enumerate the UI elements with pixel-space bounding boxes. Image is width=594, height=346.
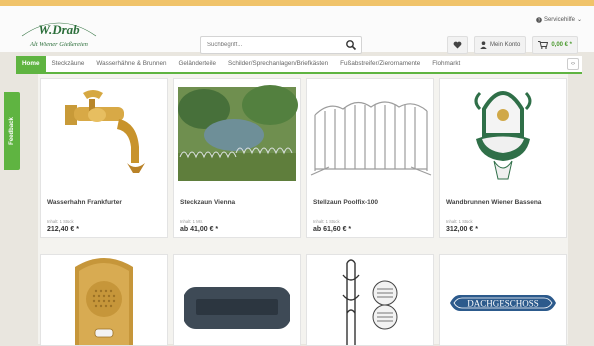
product-card[interactable]: Wasserhahn Frankfurter Inhalt: 1 Stück 2…	[40, 78, 168, 238]
nav-item-steckzaeune[interactable]: Steckzäune	[46, 56, 91, 72]
product-title[interactable]: Stellzaun Poolfix-100	[313, 199, 378, 206]
product-card[interactable]: DACHGESCHOSS	[439, 254, 567, 346]
wall-fountain-image	[440, 79, 566, 191]
main-navigation: Home Steckzäune Wasserhähne & Brunnen Ge…	[16, 56, 582, 74]
product-inhalt: Inhalt: 1 Stück	[446, 219, 473, 224]
garden-fence-image	[174, 79, 300, 191]
search-input[interactable]	[201, 42, 343, 48]
product-price: 312,00 € *	[446, 226, 478, 233]
nav-item-flohmarkt[interactable]: Flohmarkt	[426, 56, 466, 72]
service-label: Servicehilfe	[543, 16, 575, 23]
product-card[interactable]	[173, 254, 301, 346]
search-icon[interactable]	[345, 39, 357, 51]
service-menu[interactable]: ? Servicehilfe ⌄	[536, 16, 582, 23]
mailbox-slot-image	[174, 255, 300, 345]
product-price: ab 41,00 € *	[180, 226, 219, 233]
product-title[interactable]: Wandbrunnen Wiener Bassena	[446, 199, 541, 206]
feedback-tab[interactable]: Feedback	[4, 92, 20, 170]
faucet-image	[41, 79, 167, 191]
nav-item-wasserhaehne-brunnen[interactable]: Wasserhähne & Brunnen	[90, 56, 172, 72]
logo-line1: W.Drab	[38, 22, 80, 37]
nav-item-home[interactable]: Home	[16, 56, 46, 72]
product-card[interactable]: Wandbrunnen Wiener Bassena Inhalt: 1 Stü…	[439, 78, 567, 238]
product-inhalt: Inhalt: 1 Mtr.	[180, 219, 204, 224]
product-card[interactable]: Steckzaun Vienna Inhalt: 1 Mtr. ab 41,00…	[173, 78, 301, 238]
cart-icon	[538, 41, 549, 49]
user-icon	[480, 41, 487, 49]
search-box	[200, 36, 362, 54]
sign-image: DACHGESCHOSS	[440, 255, 566, 345]
wishlist-button[interactable]	[446, 36, 468, 54]
nav-item-schilder[interactable]: Schilder/Sprechanlagen/Briefkästen	[222, 56, 334, 72]
product-inhalt: Inhalt: 1 Stück	[313, 219, 340, 224]
intercom-plate-image	[41, 255, 167, 345]
account-label: Mein Konto	[489, 42, 521, 48]
nav-item-fussabstreifer[interactable]: Fußabstreifer/Zierornamente	[334, 56, 426, 72]
nav-scroll-arrow-icon[interactable]: ‹›	[567, 58, 579, 70]
cart-button[interactable]: 0,00 € *	[532, 36, 578, 54]
product-card[interactable]: Stellzaun Poolfix-100 Inhalt: 1 Stück ab…	[306, 78, 434, 238]
brand-logo[interactable]: W.Drab Alt Wiener Gießereien	[18, 18, 100, 52]
feedback-label: Feedback	[9, 117, 15, 145]
product-inhalt: Inhalt: 1 Stück	[47, 219, 74, 224]
nav-item-gelaenderteile[interactable]: Geländerteile	[173, 56, 222, 72]
sign-text: DACHGESCHOSS	[467, 299, 539, 309]
ornament-image	[307, 255, 433, 345]
fence-panel-image	[307, 79, 433, 191]
product-price: 212,40 € *	[47, 226, 79, 233]
question-icon: ?	[536, 16, 542, 23]
product-title[interactable]: Steckzaun Vienna	[180, 199, 235, 206]
heart-icon	[453, 41, 462, 49]
chevron-down-icon: ⌄	[576, 17, 582, 23]
site-header: W.Drab Alt Wiener Gießereien ? Servicehi…	[0, 6, 594, 54]
product-listing: Wasserhahn Frankfurter Inhalt: 1 Stück 2…	[38, 74, 568, 346]
product-card[interactable]	[40, 254, 168, 346]
header-actions: Mein Konto 0,00 € *	[446, 36, 578, 54]
product-card[interactable]	[306, 254, 434, 346]
product-price: ab 61,60 € *	[313, 226, 352, 233]
cart-total: 0,00 € *	[551, 42, 572, 48]
logo-line2: Alt Wiener Gießereien	[29, 41, 88, 48]
product-title[interactable]: Wasserhahn Frankfurter	[47, 199, 122, 206]
account-button[interactable]: Mein Konto	[473, 36, 527, 54]
